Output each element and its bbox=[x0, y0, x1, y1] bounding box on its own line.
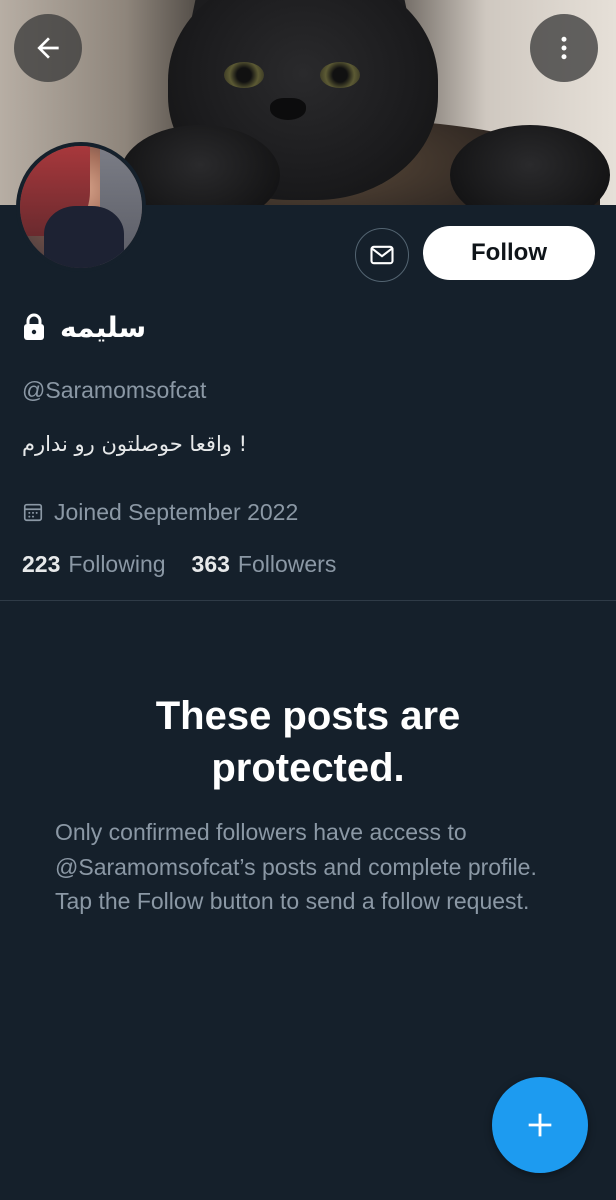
joined-text: Joined September 2022 bbox=[54, 498, 299, 525]
profile-handle: @Saramomsofcat bbox=[22, 377, 207, 403]
followers-label: Followers bbox=[237, 550, 337, 577]
display-name: سليمه bbox=[60, 310, 147, 344]
calendar-icon bbox=[23, 503, 43, 522]
cat-eye bbox=[224, 62, 264, 88]
followers-count: 363 bbox=[191, 550, 230, 577]
lock-icon bbox=[24, 313, 44, 340]
divider bbox=[0, 600, 616, 601]
plus-icon bbox=[528, 1113, 552, 1137]
more-options-button[interactable] bbox=[530, 14, 598, 82]
following-link[interactable]: 223 Following bbox=[22, 551, 166, 578]
more-vertical-icon bbox=[561, 36, 567, 60]
profile-bio: واقعا حوصلتون رو ندارم ! bbox=[22, 432, 248, 456]
arrow-left-icon bbox=[37, 37, 59, 59]
back-button[interactable] bbox=[14, 14, 82, 82]
message-button[interactable] bbox=[355, 228, 409, 282]
protected-title: These posts are protected. bbox=[155, 694, 461, 790]
follow-stats: 223 Following 363 Followers bbox=[22, 548, 336, 580]
cat-eye bbox=[320, 62, 360, 88]
cat-nose bbox=[270, 98, 306, 120]
avatar[interactable] bbox=[16, 142, 146, 272]
joined-date: Joined September 2022 bbox=[22, 496, 298, 528]
protected-message: Only confirmed followers have access to … bbox=[55, 819, 537, 914]
followers-link[interactable]: 363 Followers bbox=[192, 551, 337, 578]
mail-icon bbox=[370, 245, 394, 265]
avatar-clothing bbox=[44, 206, 124, 268]
follow-button[interactable]: Follow bbox=[423, 226, 595, 280]
following-count: 223 bbox=[22, 550, 61, 577]
compose-button[interactable] bbox=[492, 1077, 588, 1173]
profile-name-row: سليمه bbox=[22, 305, 146, 349]
following-label: Following bbox=[68, 550, 166, 577]
